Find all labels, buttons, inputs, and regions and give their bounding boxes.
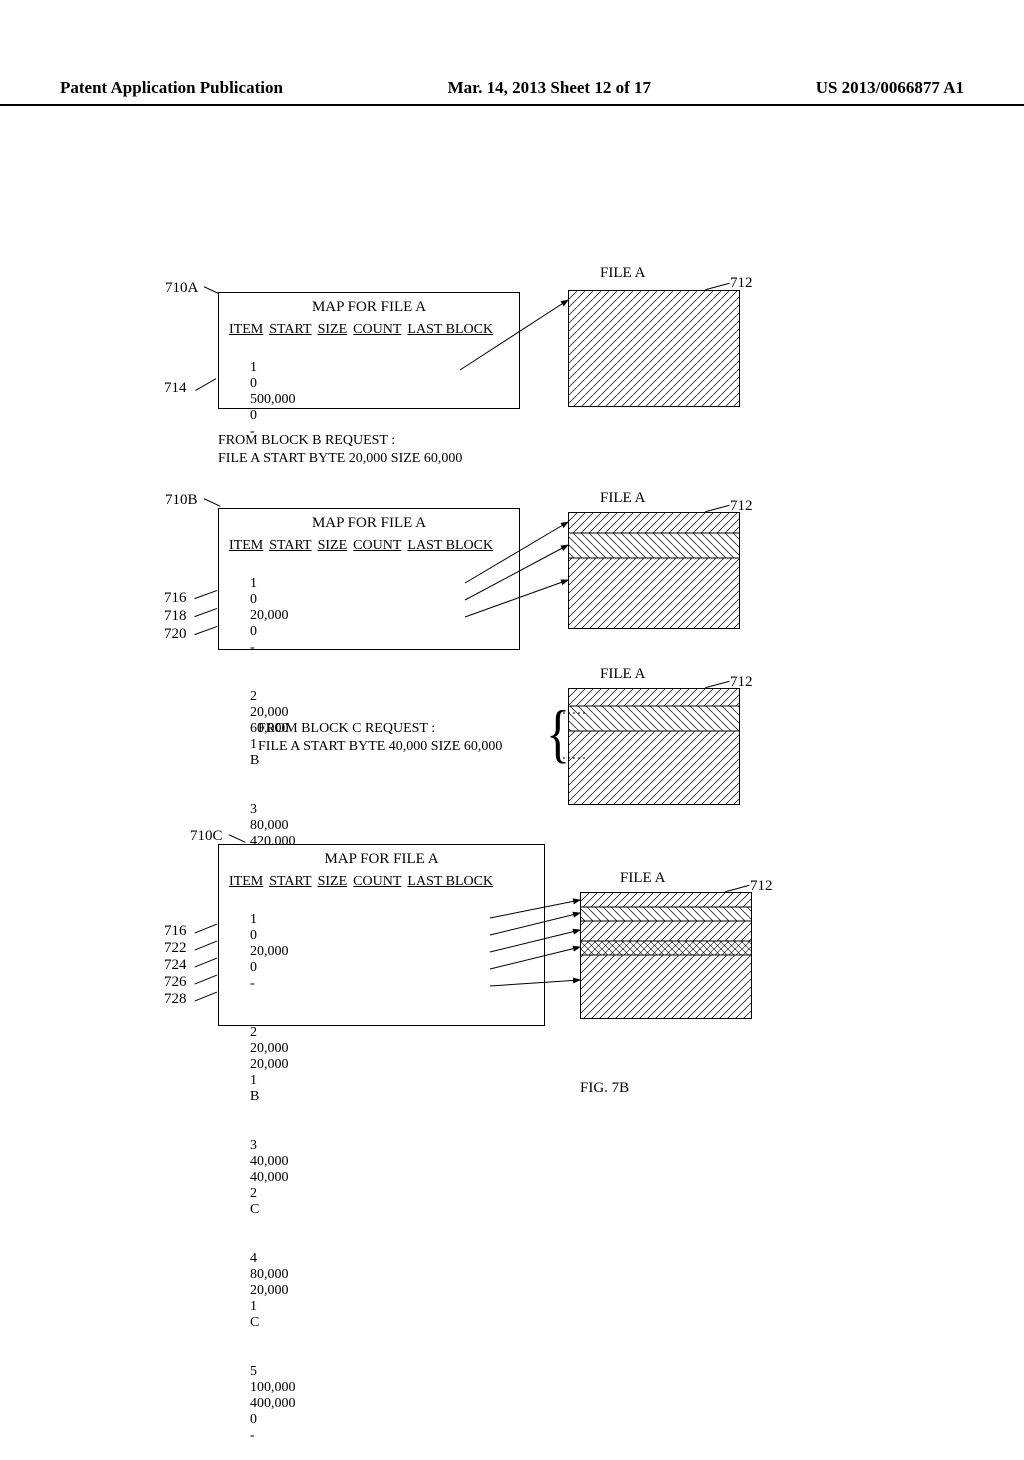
hdr-start: START [269,322,311,337]
map-710B: MAP FOR FILE A ITEM START SIZE COUNT LAS… [218,508,520,650]
hdr-size: SIZE [318,322,348,337]
ref-714: 714 [164,380,187,397]
hdr-count: COUNT [353,538,401,553]
hdr-lastblock: LAST BLOCK [407,322,493,337]
ref-710A: 710A [165,280,198,297]
request-c-line1: FROM BLOCK C REQUEST : [258,720,502,738]
table-row: 1 0 20,000 0 - [229,896,534,1008]
map-710C-title: MAP FOR FILE A [219,851,544,868]
table-row: 4 80,000 20,000 1 C [229,1235,534,1347]
header-center: Mar. 14, 2013 Sheet 12 of 17 [448,78,651,98]
file-a-label-1: FILE A [600,265,645,282]
hdr-count: COUNT [353,322,401,337]
file-a-box-2 [568,512,740,629]
request-c-line2: FILE A START BYTE 40,000 SIZE 60,000 [258,738,502,756]
header-left: Patent Application Publication [60,78,283,98]
ref-712-4: 712 [750,878,773,895]
file-a-label-2: FILE A [600,490,645,507]
ref-722: 722 [164,940,187,957]
hdr-item: ITEM [229,874,263,889]
ref-710B: 710B [165,492,198,509]
map-710A: MAP FOR FILE A ITEM START SIZE COUNT LAS… [218,292,520,409]
map-710C: MAP FOR FILE A ITEM START SIZE COUNT LAS… [218,844,545,1026]
table-row: 5 100,000 400,000 0 - [229,1348,534,1460]
request-c: FROM BLOCK C REQUEST : FILE A START BYTE… [258,720,502,755]
page-header: Patent Application Publication Mar. 14, … [0,78,1024,106]
map-710B-headers: ITEM START SIZE COUNT LAST BLOCK [229,536,509,554]
table-row: 2 20,000 20,000 1 B [229,1009,534,1121]
request-b-line2: FILE A START BYTE 20,000 SIZE 60,000 [218,450,462,468]
map-710C-headers: ITEM START SIZE COUNT LAST BLOCK [229,872,534,890]
ref-716-2: 716 [164,923,187,940]
ref-720: 720 [164,626,187,643]
map-710A-headers: ITEM START SIZE COUNT LAST BLOCK [229,320,509,338]
request-b: FROM BLOCK B REQUEST : FILE A START BYTE… [218,432,462,467]
table-row: 3 40,000 40,000 2 C [229,1122,534,1234]
file-a-label-3: FILE A [600,666,645,683]
table-row: 1 0 20,000 0 - [229,560,509,672]
file-a-label-4: FILE A [620,870,665,887]
hdr-size: SIZE [318,874,348,889]
ref-728: 728 [164,991,187,1008]
hdr-item: ITEM [229,322,263,337]
request-b-line1: FROM BLOCK B REQUEST : [218,432,462,450]
file-a-box-3 [568,688,740,805]
ref-718: 718 [164,608,187,625]
map-710A-title: MAP FOR FILE A [219,299,519,316]
hdr-item: ITEM [229,538,263,553]
hdr-lastblock: LAST BLOCK [407,874,493,889]
hdr-start: START [269,538,311,553]
hdr-count: COUNT [353,874,401,889]
brace-icon: { [546,701,570,766]
map-710B-title: MAP FOR FILE A [219,515,519,532]
file-a-box-4 [580,892,752,1019]
ref-716: 716 [164,590,187,607]
figure-caption: FIG. 7B [580,1080,629,1097]
header-right: US 2013/0066877 A1 [816,78,964,98]
hdr-start: START [269,874,311,889]
ref-726: 726 [164,974,187,991]
hdr-size: SIZE [318,538,348,553]
file-a-box-1 [568,290,740,407]
ref-724: 724 [164,957,187,974]
ref-710C: 710C [190,828,223,845]
hdr-lastblock: LAST BLOCK [407,538,493,553]
